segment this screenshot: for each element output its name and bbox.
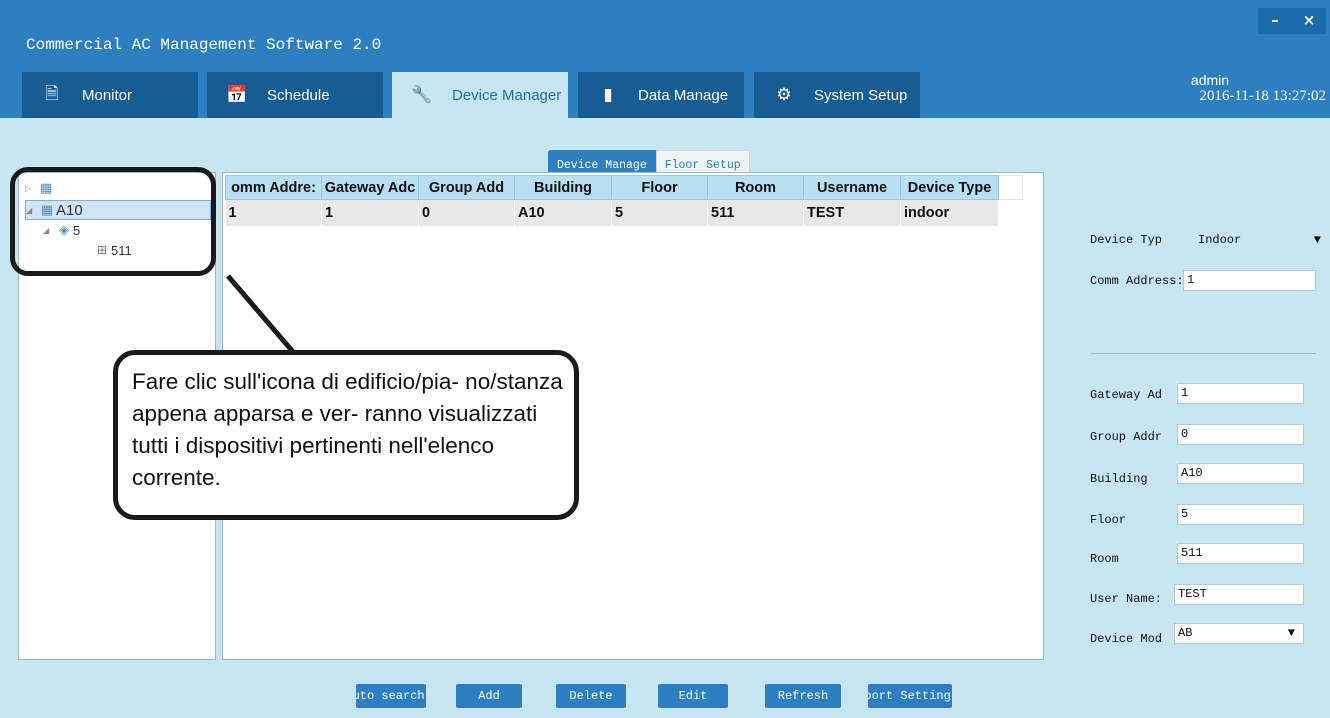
instruction-callout: Fare clic sull'icona di edificio/pia- no… <box>113 350 579 520</box>
callout-text: Fare clic sull'icona di edificio/pia- no… <box>132 369 563 490</box>
